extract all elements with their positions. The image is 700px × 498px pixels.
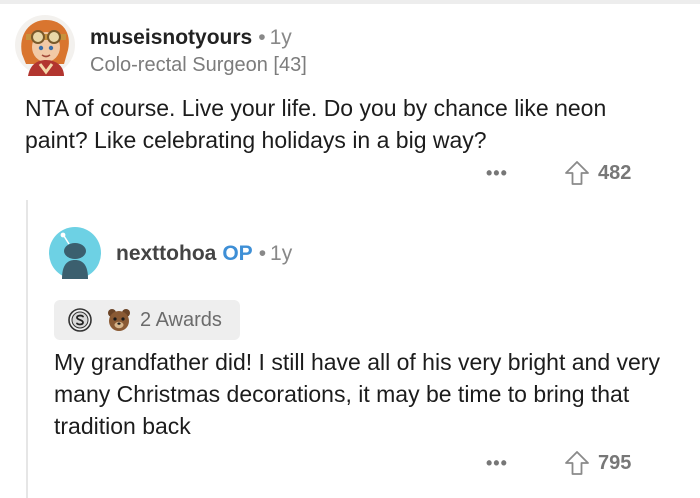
vote-score: 482	[598, 161, 632, 184]
avatar-redhead-goggles-icon[interactable]	[14, 14, 76, 76]
awards-count: 2 Awards	[140, 308, 222, 331]
upvote-arrow-icon[interactable]	[564, 160, 590, 186]
silver-s-award-icon	[68, 308, 92, 332]
upvote-arrow-icon[interactable]	[564, 450, 590, 476]
reply-meta: nexttohoa OP • 1y	[116, 241, 292, 267]
reply-username[interactable]: nexttohoa	[116, 242, 216, 265]
top-divider	[0, 0, 700, 4]
more-options-button[interactable]: •••	[486, 453, 546, 474]
comment-username[interactable]: museisnotyours	[90, 26, 252, 49]
comment-meta: museisnotyours • 1y	[90, 25, 292, 51]
reply-age: 1y	[270, 242, 293, 265]
default-snoo-avatar-icon[interactable]	[49, 227, 101, 279]
bear-award-icon	[108, 309, 130, 331]
comment-body: NTA of course. Live your life. Do you by…	[25, 95, 607, 153]
more-options-button[interactable]: •••	[486, 163, 546, 184]
op-badge: OP	[222, 242, 253, 265]
awards-pill[interactable]: 2 Awards	[54, 300, 240, 340]
comment-actions: ••• 482	[486, 160, 631, 186]
reply-actions: ••• 795	[486, 450, 631, 476]
user-flair: Colo-rectal Surgeon [43]	[90, 54, 307, 76]
meta-separator: •	[258, 242, 267, 265]
meta-separator: •	[258, 26, 266, 49]
vote-score: 795	[598, 451, 632, 474]
reply-body: My grandfather did! I still have all of …	[54, 349, 660, 439]
comment-age: 1y	[269, 26, 292, 49]
thread-line[interactable]	[26, 200, 28, 498]
